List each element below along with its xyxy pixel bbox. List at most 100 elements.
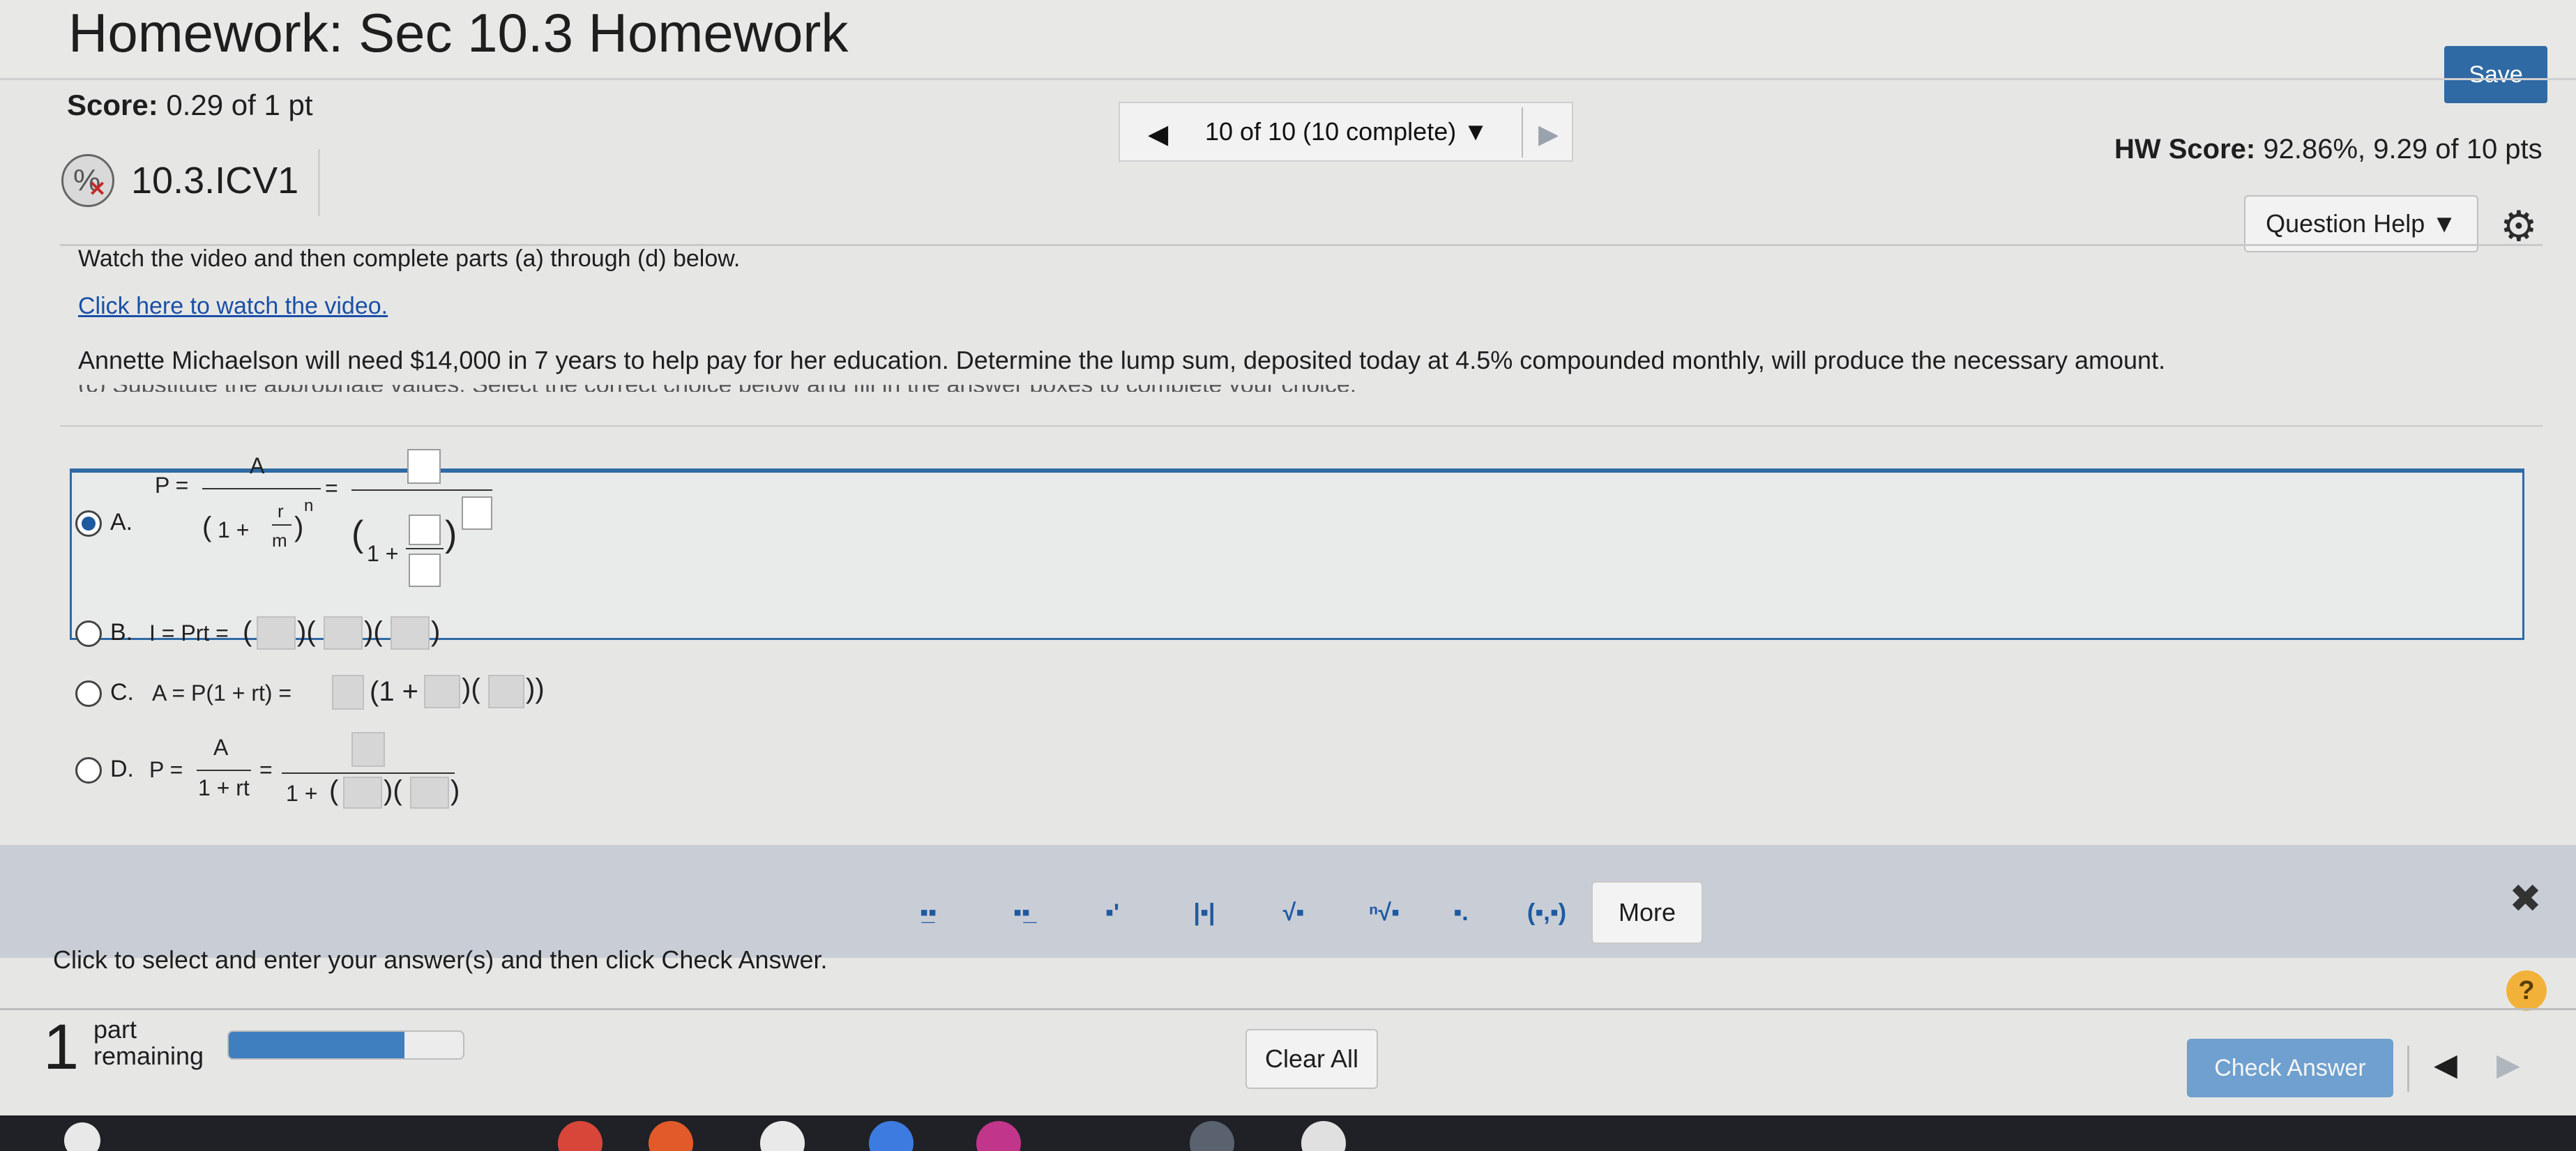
partial-instruction-label: (c) Substitute the appropriate values. S… [78,385,1356,392]
progress-bar [227,1030,464,1060]
mixed-number-icon[interactable]: ▪▪̲ [997,888,1046,937]
title-bar: Homework: Sec 10.3 Homework [0,0,2576,78]
choice-d-p-equals: P = [149,757,183,782]
answer-box-c-1[interactable] [332,675,364,710]
choice-b-paren: ( [243,616,252,647]
choice-a-den-prefix: 1 + [218,517,250,542]
more-tools-button[interactable]: More [1591,881,1703,944]
fraction-bar [197,770,251,771]
parts-remaining-label: part remaining [93,1016,204,1069]
partial-credit-icon: % ✕ [61,154,114,207]
choice-d-radio[interactable] [75,757,102,784]
close-icon[interactable]: ✖ [2509,876,2542,922]
choice-c-radio[interactable] [75,680,102,707]
choice-a-letter: A. [110,509,133,535]
answer-box-c-2[interactable] [424,675,460,708]
question-score: Score: 0.29 of 1 pt [67,89,313,122]
page-title: Homework: Sec 10.3 Homework [68,2,849,63]
answer-box-d-2[interactable] [410,777,449,809]
watch-video-link[interactable]: Click here to watch the video. [78,293,388,320]
nav-divider [1522,107,1523,158]
choice-c-letter: C. [110,679,134,706]
choice-d-paren: ) [450,775,460,806]
hint-text: Click to select and enter your answer(s)… [53,945,828,974]
ordered-pair-icon[interactable]: (▪,▪) [1512,888,1582,937]
choice-b-radio[interactable] [75,620,102,647]
chevron-down-icon: ▼ [1463,117,1488,146]
fraction-bar [406,548,444,549]
parts-label-line1: part [93,1015,137,1044]
parts-label-line2: remaining [93,1042,204,1070]
divider [0,1008,2576,1010]
answer-box-b-2[interactable] [324,616,363,650]
fraction-bar [202,488,321,489]
choice-a-p-equals: P = [155,473,189,498]
choice-a-equals: = [325,475,338,501]
answer-box-b-1[interactable] [257,616,296,650]
instructions: Watch the video and then complete parts … [78,245,741,272]
help-icon[interactable]: ? [2506,970,2547,1011]
previous-icon[interactable]: ◀ [2434,1047,2457,1083]
score-label: Score: [67,89,158,121]
partial-instruction-text: (c) Substitute the appropriate values. S… [78,385,1403,392]
choice-a-close-paren: ) [294,512,304,542]
hw-score-label: HW Score: [2114,134,2256,165]
choice-a-m: m [272,530,287,551]
choice-d-box-den-prefix: 1 + [286,781,318,806]
answer-box-d-numerator[interactable] [351,732,385,767]
question-navigator: ◀ 10 of 10 (10 complete) ▼ ▶ [1119,102,1573,162]
choice-a-r: r [278,501,284,521]
divider [2407,1046,2409,1092]
choice-a-box-close-paren: ) [445,514,457,554]
choice-d-equals: = [259,757,273,782]
check-answer-button[interactable]: Check Answer [2187,1039,2393,1097]
hw-score-value: 92.86%, 9.29 of 10 pts [2263,134,2543,165]
nth-root-icon[interactable]: ⁿ√▪ [1360,888,1409,937]
answer-box-a-rate[interactable] [409,514,441,545]
choice-b-letter: B. [110,619,133,646]
choice-d-letter: D. [110,756,134,782]
choice-a-box-open-paren: ( [351,514,364,554]
answer-box-a-exponent[interactable] [462,496,492,530]
absolute-value-icon[interactable]: |▪| [1180,888,1229,937]
choice-c-formula: A = P(1 + rt) = [152,680,292,706]
choice-c-paren: )) [526,673,545,704]
fraction-bar [272,524,291,526]
fraction-bar [351,489,492,491]
choice-b-paren: )( [364,616,383,647]
choice-a-radio[interactable] [75,510,102,537]
choice-b-paren: ) [431,616,441,647]
answer-box-a-periods[interactable] [409,554,441,587]
clear-all-button[interactable]: Clear All [1245,1029,1378,1089]
question-selector[interactable]: 10 of 10 (10 complete) ▼ [1205,117,1488,146]
choice-a-numerator: A [250,453,265,478]
progress-fill [229,1032,404,1058]
answer-box-c-3[interactable] [488,675,524,708]
question-id: % ✕ 10.3.ICV1 [61,149,298,212]
answer-box-b-3[interactable] [391,616,430,650]
choice-d-paren: ( [329,775,339,806]
subscript-icon[interactable]: ▪. [1437,888,1485,937]
previous-question-icon[interactable]: ◀ [1148,119,1168,150]
score-value: 0.29 of 1 pt [166,89,313,121]
choice-c-paren: )( [462,673,480,704]
choice-b-formula: I = Prt = [149,620,229,646]
choice-a-box-den-prefix: 1 + [367,541,399,566]
next-question-icon[interactable]: ▶ [1538,119,1559,150]
parts-remaining-count: 1 [43,1012,79,1083]
choice-d-denominator: 1 + rt [198,775,250,800]
fraction-bar [282,772,455,774]
answer-box-a-numerator[interactable] [407,449,441,484]
question-id-label: 10.3.ICV1 [131,160,299,201]
divider [318,149,320,216]
fraction-icon[interactable]: ▪̲▪ [904,888,953,937]
answer-box-d-1[interactable] [343,777,382,809]
choice-a-n: n [304,496,314,515]
choice-d-numerator: A [213,735,229,760]
choice-b-paren: )( [297,616,316,647]
math-toolbar: ▪̲▪ ▪▪̲ ▪' |▪| √▪ ⁿ√▪ ▪. (▪,▪) More ✖ [0,845,2576,958]
exponent-icon[interactable]: ▪' [1088,888,1137,937]
square-root-icon[interactable]: √▪ [1269,888,1318,937]
next-icon[interactable]: ▶ [2497,1047,2520,1083]
question-selector-label: 10 of 10 (10 complete) [1205,117,1457,146]
